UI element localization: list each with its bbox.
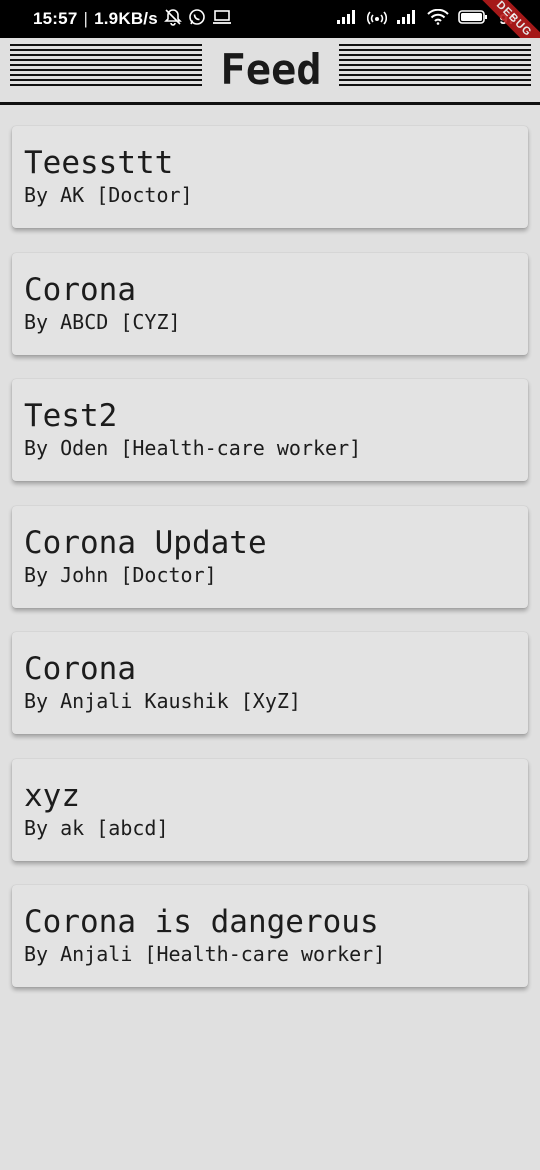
feed-card[interactable]: Corona is dangerous By Anjali [Health-car… [12, 885, 528, 987]
feed-card-author: By Anjali Kaushik [XyZ] [24, 689, 301, 713]
feed-card-author: By Anjali [Health-care worker] [24, 942, 386, 966]
signal-icon [336, 9, 358, 30]
page-title: Feed [220, 45, 322, 94]
feed-card-title: Corona Update [24, 524, 267, 561]
app-bar: Feed [0, 38, 540, 105]
status-time: 15:57 [33, 9, 78, 28]
feed-card-author: By Oden [Health-care worker] [24, 436, 362, 460]
battery-icon [458, 9, 488, 30]
signal-icon [396, 9, 418, 30]
feed-card-author: By ABCD [CYZ] [24, 309, 181, 334]
status-bar: 15:57 | 1.9KB/s 97 DEBUG [0, 0, 540, 68]
laptop-icon [212, 9, 232, 30]
wifi-icon [427, 8, 450, 30]
feed-card-title: Corona [24, 271, 136, 308]
feed-card[interactable]: Corona By ABCD [CYZ] [12, 252, 528, 355]
whatsapp-icon [188, 8, 206, 31]
decorative-stripes-left [10, 44, 202, 88]
hotspot-icon [367, 8, 388, 31]
feed-card-title: Corona is dangerous [24, 904, 379, 940]
decorative-stripes-right [339, 44, 531, 88]
feed-card[interactable]: xyz By ak [abcd] [12, 758, 528, 861]
feed-card-title: Corona [24, 651, 136, 687]
feed-card-title: Test2 [24, 398, 118, 434]
bell-off-icon [163, 8, 182, 31]
feed-card-author: By AK [Doctor] [24, 183, 193, 207]
feed-card-author: By ak [abcd] [24, 815, 169, 840]
feed-card[interactable]: Teessttt By AK [Doctor] [12, 126, 528, 228]
feed-card-title: Teessttt [24, 145, 174, 181]
network-speed: 1.9KB/s [94, 9, 158, 28]
status-left: 15:57 | 1.9KB/s [33, 0, 232, 38]
feed-card[interactable]: Corona By Anjali Kaushik [XyZ] [12, 632, 528, 734]
feed-list: Teessttt By AK [Doctor] Corona By ABCD [CYZ… [12, 126, 528, 1012]
feed-card-title: xyz [24, 777, 80, 814]
feed-card-author: By John [Doctor] [24, 562, 217, 587]
feed-card[interactable]: Corona Update By John [Doctor] [12, 505, 528, 608]
status-separator: | [83, 9, 89, 28]
feed-card[interactable]: Test2 By Oden [Health-care worker] [12, 379, 528, 481]
